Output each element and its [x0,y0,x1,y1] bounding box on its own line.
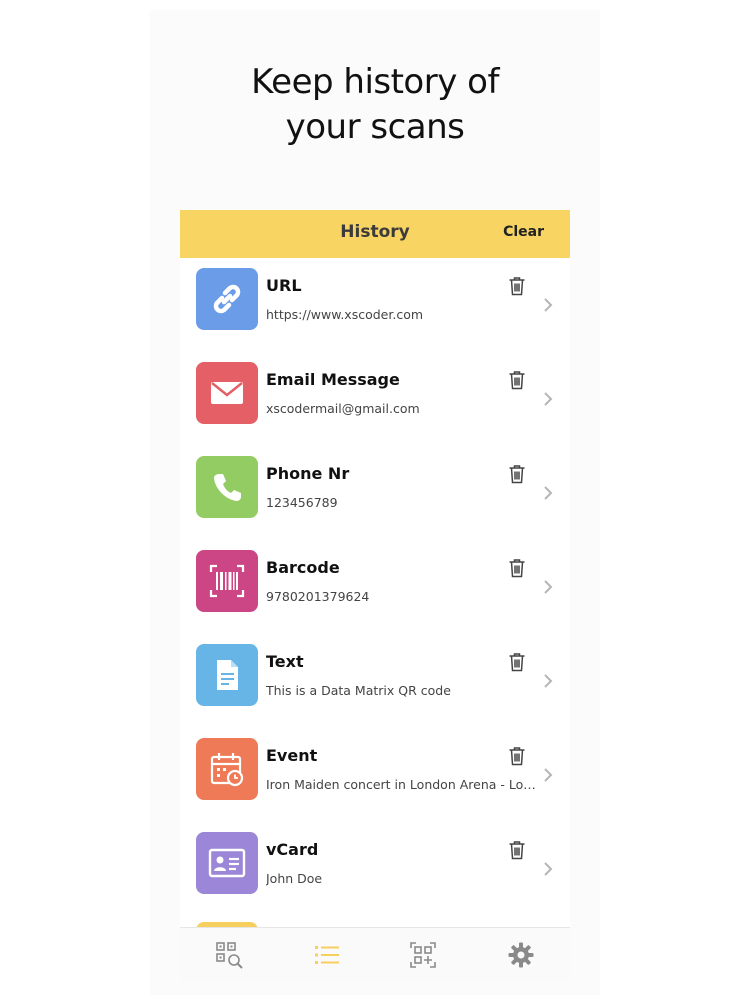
calendar-icon [210,753,244,787]
document-icon [217,660,238,690]
text-tile [196,644,258,706]
list-item-email[interactable]: Email Message xscodermail@gmail.com [180,352,570,445]
url-tile [196,268,258,330]
item-title: vCard [266,840,319,859]
item-title: Event [266,746,318,765]
chevron-right-icon[interactable] [542,578,554,596]
item-subtitle: John Doe [266,871,323,886]
envelope-icon [211,382,243,404]
headline-line-2: your scans [285,107,465,147]
item-title: Phone Nr [266,464,350,483]
trash-icon[interactable] [508,746,526,766]
item-subtitle: 9780201379624 [266,589,370,604]
tab-create-qr-add-icon[interactable] [408,940,438,970]
headline-line-1: Keep history of [251,62,499,102]
trash-icon[interactable] [508,464,526,484]
item-subtitle: 123456789 [266,495,338,510]
bottom-tab-bar [180,927,570,982]
list-item-url[interactable]: URL https://www.xscoder.com [180,258,570,351]
tab-scan-qr-search-icon[interactable] [214,940,244,970]
item-title: Barcode [266,558,340,577]
trash-icon[interactable] [508,840,526,860]
chevron-right-icon[interactable] [542,672,554,690]
item-title: Email Message [266,370,400,389]
chevron-right-icon[interactable] [542,860,554,878]
item-subtitle: https://www.xscoder.com [266,307,424,322]
list-item-barcode[interactable]: Barcode 9780201379624 [180,540,570,633]
chevron-right-icon[interactable] [542,390,554,408]
chevron-right-icon[interactable] [542,296,554,314]
barcode-tile [196,550,258,612]
link-icon [213,284,241,314]
vcard-tile [196,832,258,894]
phone-tile [196,456,258,518]
list-item-vcard[interactable]: vCard John Doe [180,822,570,915]
trash-icon[interactable] [508,558,526,578]
chevron-right-icon[interactable] [542,766,554,784]
phone-icon [214,474,241,501]
tab-settings-gear-icon[interactable] [506,940,536,970]
item-subtitle: Iron Maiden concert in London Arena - Lo… [266,777,538,792]
history-header: History Clear [180,210,570,258]
page-headline: Keep history of your scans [0,60,750,150]
list-item-event[interactable]: Event Iron Maiden concert in London Aren… [180,728,570,821]
clear-button[interactable]: Clear [503,224,544,240]
barcode-icon [209,564,245,598]
item-subtitle: This is a Data Matrix QR code [266,683,451,698]
trash-icon[interactable] [508,276,526,296]
item-title: Text [266,652,304,671]
tab-history-list-icon[interactable] [312,940,342,970]
history-list: URL https://www.xscoder.com Email Messag… [180,258,570,928]
chevron-right-icon[interactable] [542,484,554,502]
list-item-text[interactable]: Text This is a Data Matrix QR code [180,634,570,727]
item-title: URL [266,276,302,295]
list-item-phone[interactable]: Phone Nr 123456789 [180,446,570,539]
email-tile [196,362,258,424]
event-tile [196,738,258,800]
id-card-icon [208,848,246,878]
item-subtitle: xscodermail@gmail.com [266,401,420,416]
trash-icon[interactable] [508,370,526,390]
trash-icon[interactable] [508,652,526,672]
